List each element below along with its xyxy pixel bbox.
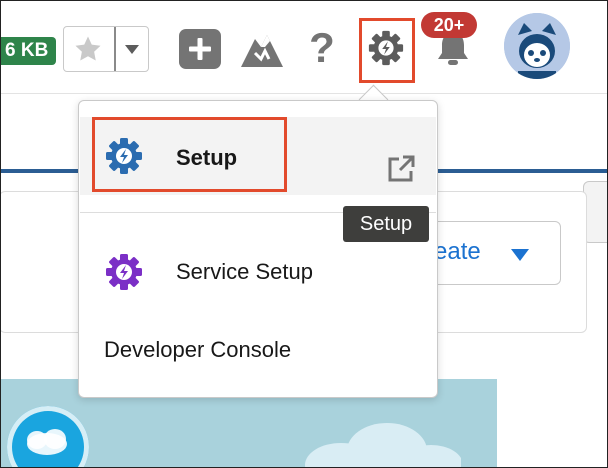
star-icon	[75, 36, 101, 61]
menu-item-developer-console[interactable]: Developer Console	[80, 327, 436, 373]
setup-tooltip: Setup	[343, 206, 429, 242]
guidance-center-button[interactable]	[239, 27, 285, 71]
menu-item-label: Developer Console	[104, 337, 292, 362]
plus-icon	[189, 38, 211, 60]
open-new-window-icon	[388, 155, 415, 182]
avatar-image	[504, 13, 570, 79]
help-icon: ?	[309, 24, 335, 71]
global-header: 6 KB ? 20+	[1, 1, 607, 94]
menu-item-label: Service Setup	[176, 259, 313, 284]
banner-cloud-illustration	[305, 423, 461, 467]
gear-icon	[368, 30, 404, 66]
gear-icon	[106, 254, 142, 290]
salesforce-logo	[7, 406, 89, 467]
notification-count-badge: 20+	[421, 12, 477, 38]
storage-badge: 6 KB	[1, 37, 57, 65]
chevron-down-icon	[511, 249, 529, 261]
favorites-button[interactable]	[64, 27, 112, 71]
chevron-down-icon	[125, 45, 139, 54]
setup-dropdown-menu: Setup Service Setup Developer Console	[78, 100, 438, 398]
favorites-menu-button[interactable]	[116, 27, 148, 71]
cloud-icon	[27, 429, 67, 455]
menu-item-service-setup[interactable]: Service Setup	[80, 245, 436, 299]
help-button[interactable]: ?	[303, 25, 341, 71]
setup-item-highlight-box	[92, 117, 287, 192]
avatar[interactable]	[504, 13, 570, 79]
favorites-group	[63, 26, 149, 72]
screenshot-frame: 6 KB ? 20+ eate Setup Service Setup Deve…	[0, 0, 608, 468]
trailhead-icon	[241, 35, 283, 67]
global-actions-button[interactable]	[179, 29, 221, 69]
setup-gear-button[interactable]	[365, 25, 407, 71]
create-button-label: eate	[434, 238, 481, 265]
